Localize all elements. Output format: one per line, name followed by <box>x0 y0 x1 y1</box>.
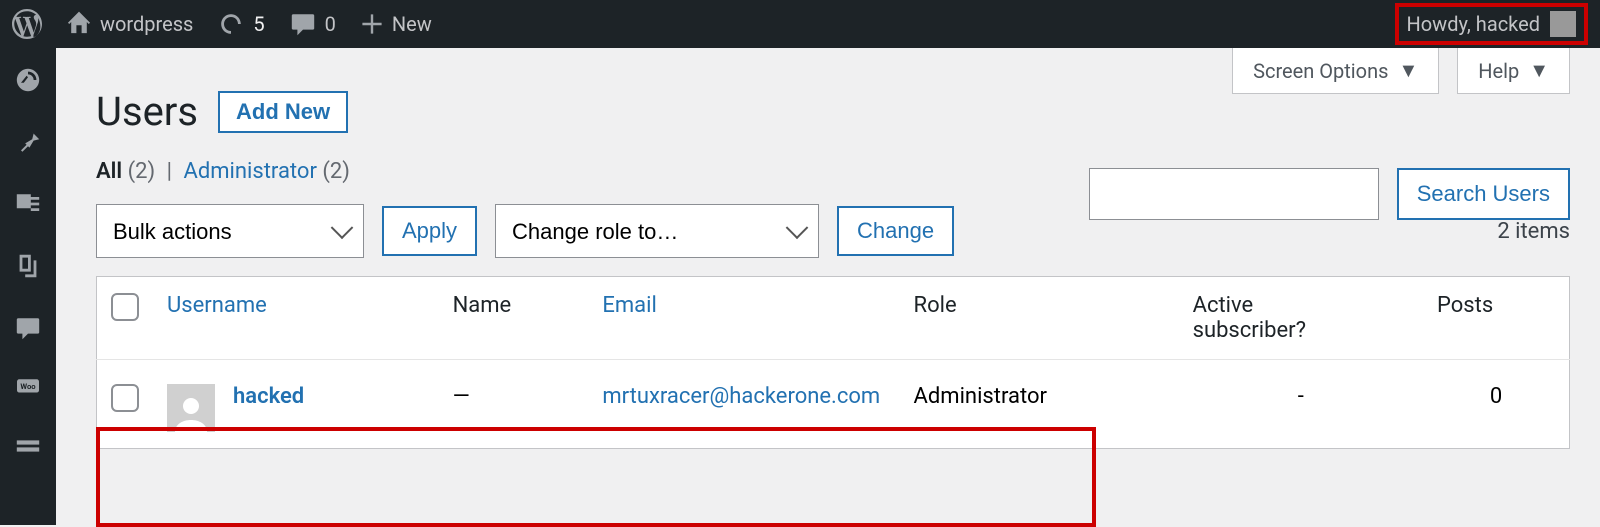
updates-link[interactable]: 5 <box>217 10 264 38</box>
svg-text:Woo: Woo <box>20 382 36 391</box>
select-all-checkbox[interactable] <box>111 293 139 321</box>
help-button[interactable]: Help ▼ <box>1457 48 1570 94</box>
my-account[interactable]: Howdy, hacked <box>1395 3 1589 45</box>
comment-icon <box>289 10 317 38</box>
page-title: Users <box>96 88 198 135</box>
admin-side-menu: Woo <box>0 48 56 525</box>
add-new-user-button[interactable]: Add New <box>218 91 348 133</box>
comments-count: 0 <box>325 12 336 36</box>
home-icon <box>66 11 92 37</box>
avatar-icon <box>1550 11 1576 37</box>
col-role: Role <box>900 277 1179 360</box>
dashboard-icon[interactable] <box>14 66 42 94</box>
main-content: Screen Options ▼ Help ▼ Users Add New Al… <box>56 48 1600 525</box>
wordpress-icon <box>12 9 42 39</box>
cell-name: — <box>439 360 589 449</box>
col-active-subscriber: Active subscriber? <box>1179 277 1423 360</box>
table-row: hacked — mrtuxracer@hackerone.com Admini… <box>97 360 1570 449</box>
media-icon[interactable] <box>14 190 42 218</box>
updates-count: 5 <box>253 12 264 36</box>
cell-posts: 0 <box>1423 360 1569 449</box>
change-role-select[interactable]: Change role to… <box>495 204 819 258</box>
generic-icon[interactable] <box>14 432 42 460</box>
update-icon <box>217 10 245 38</box>
cell-active-subscriber: - <box>1179 360 1423 449</box>
plus-icon <box>360 12 384 36</box>
col-name: Name <box>439 277 589 360</box>
screen-options-label: Screen Options <box>1253 59 1388 83</box>
admin-bar: wordpress 5 0 New Howdy, hacked <box>0 0 1600 48</box>
col-email[interactable]: Email <box>588 277 899 360</box>
user-avatar-icon <box>167 384 215 432</box>
row-checkbox[interactable] <box>111 384 139 412</box>
comments-link[interactable]: 0 <box>289 10 336 38</box>
site-name: wordpress <box>100 12 193 36</box>
username-link[interactable]: hacked <box>233 384 304 409</box>
col-posts: Posts <box>1423 277 1569 360</box>
bulk-actions-select[interactable]: Bulk actions <box>96 204 364 258</box>
filter-all[interactable]: All <box>96 159 122 184</box>
filter-administrator[interactable]: Administrator <box>183 159 316 184</box>
new-content-link[interactable]: New <box>360 12 432 36</box>
separator: | <box>167 159 172 184</box>
pin-icon[interactable] <box>14 128 42 156</box>
wp-logo[interactable] <box>12 9 42 39</box>
email-link[interactable]: mrtuxracer@hackerone.com <box>602 384 880 409</box>
comments-icon[interactable] <box>14 314 42 342</box>
filter-admin-count: (2) <box>322 159 350 184</box>
cell-role: Administrator <box>900 360 1179 449</box>
woocommerce-icon[interactable]: Woo <box>11 376 45 398</box>
site-name-link[interactable]: wordpress <box>66 11 193 37</box>
search-input[interactable] <box>1089 168 1379 220</box>
new-label: New <box>392 12 432 36</box>
col-username[interactable]: Username <box>153 277 439 360</box>
screen-options-button[interactable]: Screen Options ▼ <box>1232 48 1439 94</box>
howdy-text: Howdy, hacked <box>1407 12 1541 36</box>
caret-down-icon: ▼ <box>1398 58 1418 83</box>
caret-down-icon: ▼ <box>1529 58 1549 83</box>
search-users-button[interactable]: Search Users <box>1397 168 1570 220</box>
filter-all-count: (2) <box>128 159 156 184</box>
users-table: Username Name Email Role Active subscrib… <box>96 276 1570 449</box>
change-button[interactable]: Change <box>837 206 954 256</box>
screen-meta-links: Screen Options ▼ Help ▼ <box>1232 48 1570 94</box>
pages-icon[interactable] <box>14 252 42 280</box>
items-count: 2 items <box>1497 219 1570 244</box>
apply-button[interactable]: Apply <box>382 206 477 256</box>
help-label: Help <box>1478 59 1519 83</box>
search-box: Search Users <box>1089 168 1570 220</box>
